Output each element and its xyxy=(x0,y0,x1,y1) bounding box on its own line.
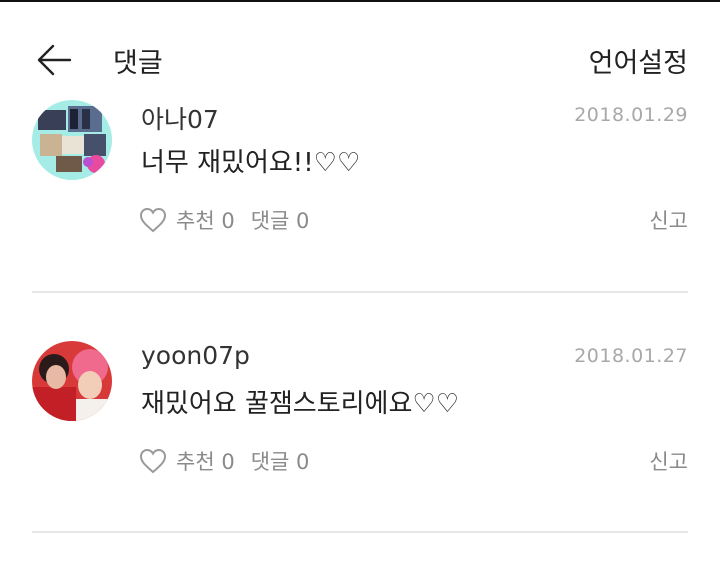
comment-item: 아나07 2018.01.29 너무 재밌어요!!♡♡ 추천 0 댓글 0 신고 xyxy=(0,100,720,340)
reply-button[interactable]: 댓글 0 xyxy=(251,446,310,476)
comment-date: 2018.01.27 xyxy=(574,345,688,367)
username[interactable]: 아나07 xyxy=(141,100,219,136)
heart-outline-icon xyxy=(139,207,167,233)
report-button[interactable]: 신고 xyxy=(649,205,688,235)
reply-button[interactable]: 댓글 0 xyxy=(251,205,310,235)
like-button[interactable]: 추천 0 xyxy=(138,205,235,235)
report-button[interactable]: 신고 xyxy=(649,446,688,476)
divider xyxy=(32,531,688,533)
comment-actions: 추천 0 댓글 0 xyxy=(138,203,309,237)
comment-item: yoon07p 2018.01.27 재밌어요 꿀잼스토리에요♡♡ 추천 0 댓… xyxy=(0,341,720,581)
avatar[interactable] xyxy=(32,100,112,180)
top-border xyxy=(0,0,720,2)
comment-actions: 추천 0 댓글 0 xyxy=(138,444,309,478)
like-count: 추천 0 xyxy=(176,209,235,233)
language-settings-button[interactable]: 언어설정 xyxy=(589,41,688,80)
username[interactable]: yoon07p xyxy=(141,341,250,370)
heart-outline-icon xyxy=(139,448,167,474)
like-count: 추천 0 xyxy=(176,450,235,474)
back-button[interactable] xyxy=(28,36,80,84)
comment-text: 재밌어요 꿀잼스토리에요♡♡ xyxy=(141,389,460,419)
header: 댓글 언어설정 xyxy=(0,0,720,100)
page-title: 댓글 xyxy=(113,48,163,79)
divider xyxy=(32,291,688,293)
avatar[interactable] xyxy=(32,341,112,421)
arrow-left-icon xyxy=(37,44,72,76)
like-button[interactable]: 추천 0 xyxy=(138,446,235,476)
comment-date: 2018.01.29 xyxy=(574,104,688,126)
comment-text: 너무 재밌어요!!♡♡ xyxy=(141,148,361,178)
